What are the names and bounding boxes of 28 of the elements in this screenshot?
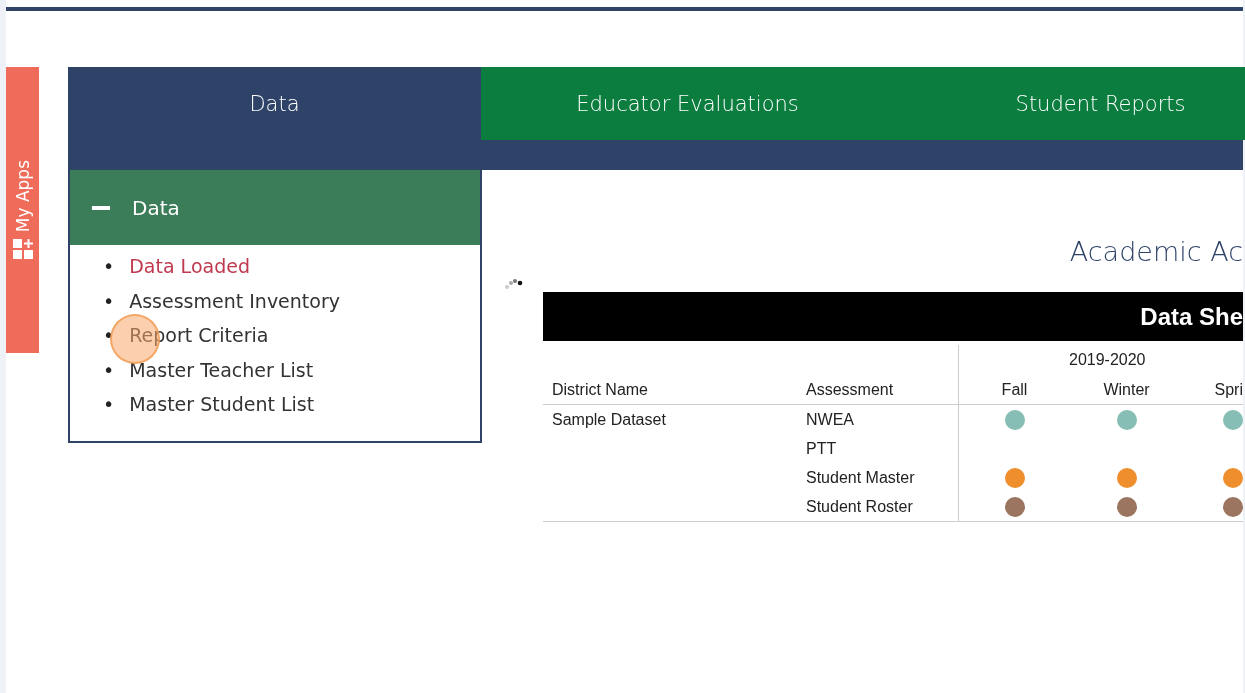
- column-header: Spri: [1183, 375, 1243, 405]
- column-header: Fall: [958, 375, 1070, 405]
- sidebar-link[interactable]: Data Loaded: [129, 253, 250, 280]
- bullet: •: [103, 254, 115, 280]
- collapse-icon: [92, 205, 110, 210]
- table-cell-text: PTT: [805, 438, 838, 459]
- nav-tab[interactable]: Student Reports: [894, 67, 1245, 140]
- loading-spinner-icon: [504, 278, 524, 290]
- page-title: Academic Ac: [1069, 236, 1243, 267]
- nav-tab[interactable]: Educator Evaluations: [481, 67, 894, 140]
- table-cell-text: Student Roster: [805, 496, 914, 517]
- table-cell-text: Student Master: [805, 467, 916, 488]
- sidebar-title: Data: [132, 195, 180, 220]
- sidebar-link[interactable]: Master Teacher List: [129, 356, 314, 383]
- bullet: •: [103, 288, 115, 314]
- column-header: District Name: [543, 375, 797, 405]
- bullet: •: [103, 357, 115, 383]
- sidebar-link[interactable]: Assessment Inventory: [129, 287, 340, 314]
- apps-icon: [11, 238, 34, 261]
- column-header: 2019-2020: [958, 345, 1243, 375]
- sidebar-header[interactable]: Data: [70, 170, 480, 245]
- table-cell-text: Sample Dataset: [551, 409, 667, 430]
- column-header: Assessment: [797, 375, 958, 405]
- table-banner: Data She: [543, 292, 1243, 341]
- table-cell-text: NWEA: [805, 409, 855, 430]
- sidebar-link[interactable]: Master Student List: [129, 391, 315, 418]
- bullet: •: [103, 392, 115, 418]
- column-header: Winter: [1070, 375, 1183, 405]
